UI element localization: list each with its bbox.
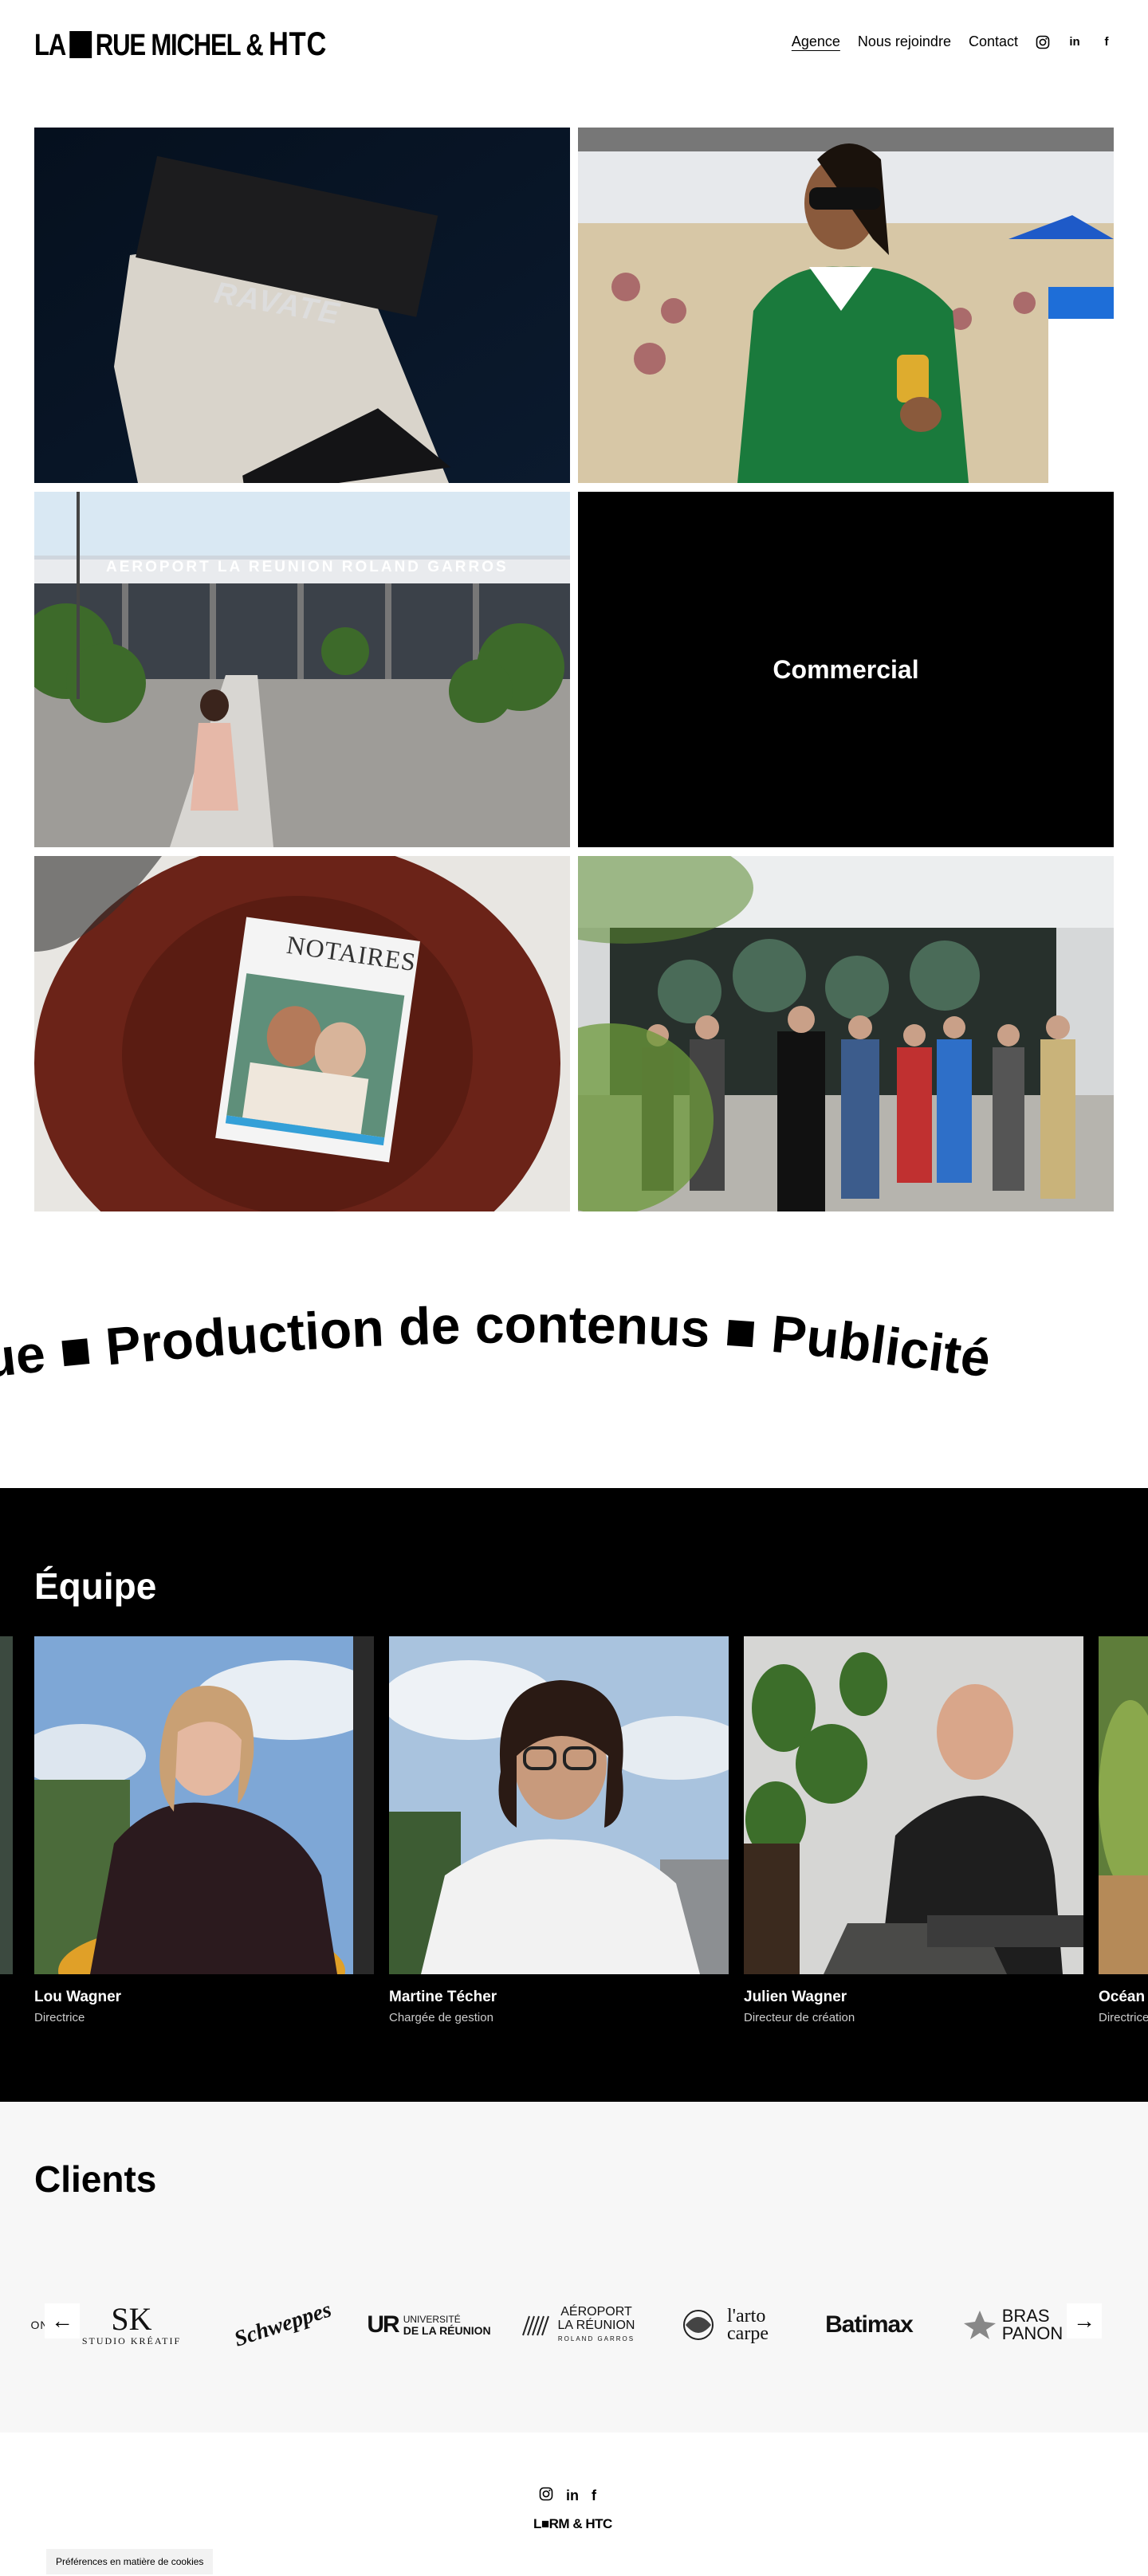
team-photo [1099,1636,1148,1974]
project-tile-commercial[interactable]: Commercial [578,492,1114,847]
team-photo [34,1636,374,1974]
client-logo-batimax: Batimax [825,2311,914,2338]
team-member-role: Directrice [1099,2011,1148,2024]
instagram-icon[interactable] [539,2487,553,2505]
logo-htc: HTC [268,25,328,62]
client-logo-schweppes: Schweppes [231,2297,335,2352]
project-tile-event[interactable] [578,128,1114,483]
instagram-icon[interactable] [1036,35,1050,49]
clients-title: Clients [34,2158,157,2200]
clients-section: Clients ON SK STUDIO KRÉATIF Schweppes U… [0,2102,1148,2433]
services-marquee: arque ■ Production de contenus ■ Publici… [0,1275,1148,1467]
team-member-role: Directrice [34,2011,85,2024]
project-tile-notaires[interactable]: NOTAIRES [34,856,570,1211]
airport-sign: AEROPORT LA REUNION ROLAND GARROS [106,559,509,575]
svg-text:arque ■ Production de conten: arque ■ Production de contenus ■ Publici… [0,1294,993,1398]
team-card[interactable]: Océan Directrice [1099,1636,1148,2024]
client-logo-universite-reunion: UR UNIVERSITÉ DE LA RÉUNION [367,2311,491,2338]
team-section: Équipe Lou Wagner Directrice Martine Téc… [0,1488,1148,2102]
footer-social: in f [539,2487,596,2505]
client-logo-aeroport-reunion: AÉROPORT LA RÉUNION ROLAND GARROS [518,2281,638,2369]
linkedin-icon[interactable]: in [1067,35,1082,49]
cookie-preferences-button[interactable]: Préférences en matière de cookies [46,2549,214,2574]
team-title: Équipe [34,1565,157,1607]
team-card[interactable]: Julien Wagner Directeur de création [744,1636,1083,2024]
commercial-label: Commercial [773,654,919,684]
client-logo-studio-kreatif: SK STUDIO KRÉATIF [81,2300,182,2346]
marquee-text: arque ■ Production de contenus ■ Publici… [0,1294,993,1398]
main-nav: Agence Nous rejoindre Contact in f [792,33,1114,50]
team-card[interactable]: Lou Wagner Directrice [34,1636,374,2024]
linkedin-icon[interactable]: in [566,2488,579,2504]
team-card[interactable]: Martine Técher Chargée de gestion [389,1636,729,2024]
footer-logo[interactable]: L■RM & HTC [533,2516,612,2532]
team-photo [389,1636,729,1974]
project-tile-ravate[interactable]: RAVATE [34,128,570,483]
team-member-name: Lou Wagner [34,1989,122,2005]
team-member-role: Directeur de création [744,2011,855,2024]
clients-next-arrow-icon[interactable]: → [1067,2303,1102,2338]
nav-nous-rejoindre[interactable]: Nous rejoindre [858,33,951,50]
nav-contact[interactable]: Contact [969,33,1018,50]
client-logo-arto-carpe: l'arto carpe [662,2281,781,2369]
project-tile-exhibition[interactable] [578,856,1114,1211]
logo-la: LA [34,29,66,62]
team-member-name: Martine Técher [389,1989,497,2005]
team-member-role: Chargée de gestion [389,2011,493,2024]
site-logo[interactable]: LA RUE MICHEL & HTC [34,27,391,62]
team-photo [744,1636,1083,1974]
facebook-icon[interactable]: f [1099,35,1114,49]
team-member-name: Julien Wagner [744,1989,847,2005]
logo-square [69,31,92,58]
site-header: LA RUE MICHEL & HTC Agence Nous rejoindre… [0,0,1148,88]
facebook-icon[interactable]: f [592,2488,596,2504]
clients-prev-arrow-icon[interactable]: ← [45,2303,80,2338]
team-card-partial-left[interactable] [0,1636,13,1974]
clients-carousel: ON SK STUDIO KRÉATIF Schweppes UR UNIVER… [0,2281,1148,2369]
project-tile-airport[interactable]: AEROPORT LA REUNION ROLAND GARROS [34,492,570,847]
logo-rue-michel: RUE MICHEL & [95,29,264,62]
nav-agence[interactable]: Agence [792,33,840,50]
client-logo-bras-panon: BRAS PANON [953,2281,1072,2369]
team-member-name: Océan [1099,1989,1146,2005]
